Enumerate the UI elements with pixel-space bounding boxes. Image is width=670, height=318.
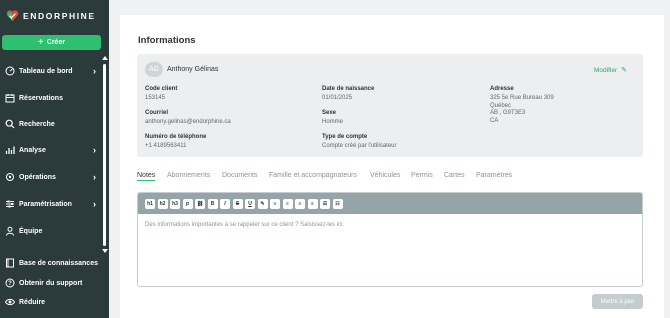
email-label: Courriel [145,110,169,116]
eye-icon [5,297,15,307]
address-line-3: AB , G9T3E3 [490,110,526,116]
calendar-icon [5,93,15,103]
code-client-label: Code client [145,86,178,92]
bold-button[interactable]: B [207,198,218,209]
tab-documents[interactable]: Documents [222,172,257,179]
align-center-icon[interactable]: ≡ [282,198,293,209]
sidebar-item-operations[interactable]: Opérations › [5,170,98,184]
link-icon[interactable]: ⛓ [195,198,205,209]
chevron-right-icon: › [93,172,96,182]
sidebar-item-label: Paramétrisation [19,200,72,208]
heading3-button[interactable]: h3 [170,198,180,209]
sidebar-item-reservations[interactable]: Réservations [5,91,98,105]
pencil-icon: ✎ [621,67,627,74]
account-type-label: Type de compte [322,134,368,140]
underline-button[interactable]: U [245,198,255,209]
sidebar-item-team[interactable]: Équipe [5,224,98,238]
tab-parameters[interactable]: Paramètres [476,172,512,179]
update-button[interactable]: Mettre à jour [592,294,643,309]
ordered-list-icon[interactable]: ☷ [332,198,343,209]
highlight-icon[interactable]: ✎ [257,198,268,209]
team-icon [5,226,15,236]
chevron-right-icon: › [93,66,96,76]
scroll-down-arrow[interactable] [102,249,108,253]
operations-icon [5,172,15,182]
dob-value: 01/01/2025 [322,95,353,101]
tab-notes[interactable]: Notes [137,172,156,181]
address-line-4: CA [490,117,499,124]
editor-toolbar: h1 h2 h3 p ⛓ B I S U ✎ ≡ ≡ ≡ ≡ ☰ ☷ [138,193,642,214]
book-icon [5,258,15,268]
sidebar-item-collapse[interactable]: Réduire [5,295,98,309]
chart-icon [5,145,15,155]
create-button[interactable]: + Créer [2,35,101,50]
modify-label: Modifier [594,66,618,74]
chevron-right-icon: › [93,199,96,209]
help-icon: ? [5,278,15,288]
sidebar-item-label: Analyse [19,146,46,154]
tab-permits[interactable]: Permis [411,172,433,179]
align-right-icon[interactable]: ≡ [295,198,305,209]
sidebar-item-label: Réduire [19,298,46,306]
sidebar-item-settings[interactable]: Paramétrisation › [5,197,98,211]
sidebar: ENDORPHINE + Créer Tableau de bord › Rés… [0,0,109,318]
sidebar-item-label: Recherche [19,120,55,128]
plus-icon: + [37,36,44,48]
tab-vehicles[interactable]: Véhicules [370,172,400,179]
editor-placeholder: Des informations importantes à se rappel… [145,222,345,228]
address-line-2: Québec [490,102,512,109]
heading1-button[interactable]: h1 [145,198,155,209]
sidebar-item-label: Tableau de bord [19,67,73,75]
sidebar-scrollbar[interactable] [103,64,106,246]
search-icon [5,119,15,129]
dob-label: Date de naissance [322,86,375,92]
sidebar-item-analysis[interactable]: Analyse › [5,143,98,157]
brand-logo[interactable]: ENDORPHINE [6,9,96,22]
tab-cards[interactable]: Cartes [444,172,465,179]
scroll-up-arrow[interactable] [102,56,108,60]
page-title: Informations [138,35,196,46]
heading2-button[interactable]: h2 [157,198,168,209]
sliders-icon [5,199,15,209]
sidebar-item-dashboard[interactable]: Tableau de bord › [5,64,98,78]
sidebar-item-search[interactable]: Recherche [5,117,98,131]
sidebar-item-support[interactable]: ? Obtenir du support [5,276,98,290]
sidebar-item-label: Base de connaissances [19,259,98,267]
address-label: Adresse [490,86,514,92]
paragraph-button[interactable]: p [182,198,193,209]
code-client-value: 153145 [145,95,166,101]
modify-button[interactable]: Modifier ✎ [594,66,627,75]
tab-family[interactable]: Famille et accompagnateurs [269,172,357,179]
address-line-1: 325 5e Rue Bureau 309 [490,95,554,101]
phone-label: Numéro de téléphone [145,134,207,140]
notes-editor[interactable]: h1 h2 h3 p ⛓ B I S U ✎ ≡ ≡ ≡ ≡ ☰ ☷ Des i… [137,192,643,287]
account-type-value: Compte créé par l'utilisateur [322,143,397,149]
sidebar-item-label: Réservations [19,94,63,102]
align-justify-icon[interactable]: ≡ [307,198,318,209]
sidebar-item-label: Équipe [19,227,43,235]
svg-text:?: ? [8,281,12,287]
client-name: Anthony Gélinas [167,66,219,73]
italic-button[interactable]: I [220,198,230,209]
phone-value: +1 4189563411 [145,143,187,149]
sex-value: Homme [322,119,344,125]
sidebar-item-label: Opérations [19,173,56,181]
tab-subscriptions[interactable]: Abonnements [167,172,210,179]
create-button-label: Créer [46,39,66,46]
heart-logo-icon [6,10,19,22]
sex-label: Sexe [322,110,337,116]
sidebar-item-knowledge-base[interactable]: Base de connaissances [5,256,98,270]
chevron-right-icon: › [93,145,96,155]
sidebar-item-label: Obtenir du support [19,279,83,287]
avatar: AG [145,62,163,77]
strikethrough-button[interactable]: S [232,198,243,209]
brand-name: ENDORPHINE [23,10,96,21]
dashboard-icon [5,66,15,76]
email-value: anthony.gelinas@endorphine.ca [145,119,231,125]
align-left-icon[interactable]: ≡ [270,198,280,209]
bullet-list-icon[interactable]: ☰ [320,198,330,209]
